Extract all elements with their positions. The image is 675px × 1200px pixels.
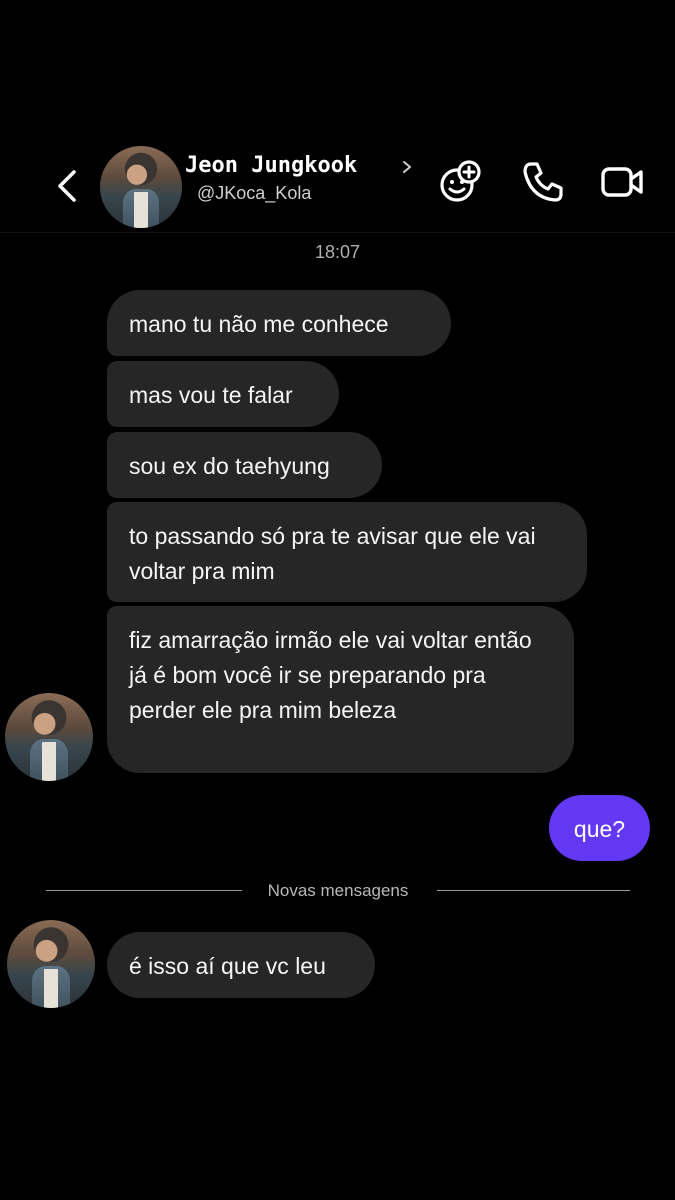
add-effects-button[interactable] <box>437 158 485 206</box>
incoming-message[interactable]: sou ex do taehyung <box>107 432 382 498</box>
contact-avatar[interactable] <box>100 146 182 228</box>
add-effects-icon <box>440 160 481 202</box>
video-call-button[interactable] <box>599 158 647 206</box>
incoming-message[interactable]: to passando só pra te avisar que ele vai… <box>107 502 587 602</box>
chevron-left-icon <box>58 170 76 202</box>
back-button[interactable] <box>48 164 88 208</box>
incoming-message[interactable]: mano tu não me conhece <box>107 290 451 356</box>
sender-avatar[interactable] <box>5 693 93 781</box>
contact-name-button[interactable]: Jeon Jungkook @JKoca_Kola <box>185 153 425 213</box>
new-messages-divider: Novas mensagens <box>46 878 630 906</box>
incoming-message[interactable]: mas vou te falar <box>107 361 339 427</box>
incoming-message[interactable]: fiz amarração irmão ele vai voltar então… <box>107 606 574 773</box>
message-timestamp: 18:07 <box>314 242 361 262</box>
divider-line-right <box>437 890 630 891</box>
chat-header: Jeon Jungkook @JKoca_Kola <box>0 140 675 235</box>
contact-username: @JKoca_Kola <box>197 183 312 203</box>
contact-name: Jeon Jungkook <box>185 153 358 178</box>
phone-icon <box>523 162 563 202</box>
new-messages-label: Novas mensagens <box>267 881 409 900</box>
outgoing-message[interactable]: que? <box>549 795 650 861</box>
sender-avatar[interactable] <box>7 920 95 1008</box>
incoming-message[interactable]: é isso aí que vc leu <box>107 932 375 998</box>
video-icon <box>601 167 643 197</box>
chevron-right-icon <box>403 161 411 173</box>
header-divider <box>0 232 675 233</box>
voice-call-button[interactable] <box>519 158 567 206</box>
